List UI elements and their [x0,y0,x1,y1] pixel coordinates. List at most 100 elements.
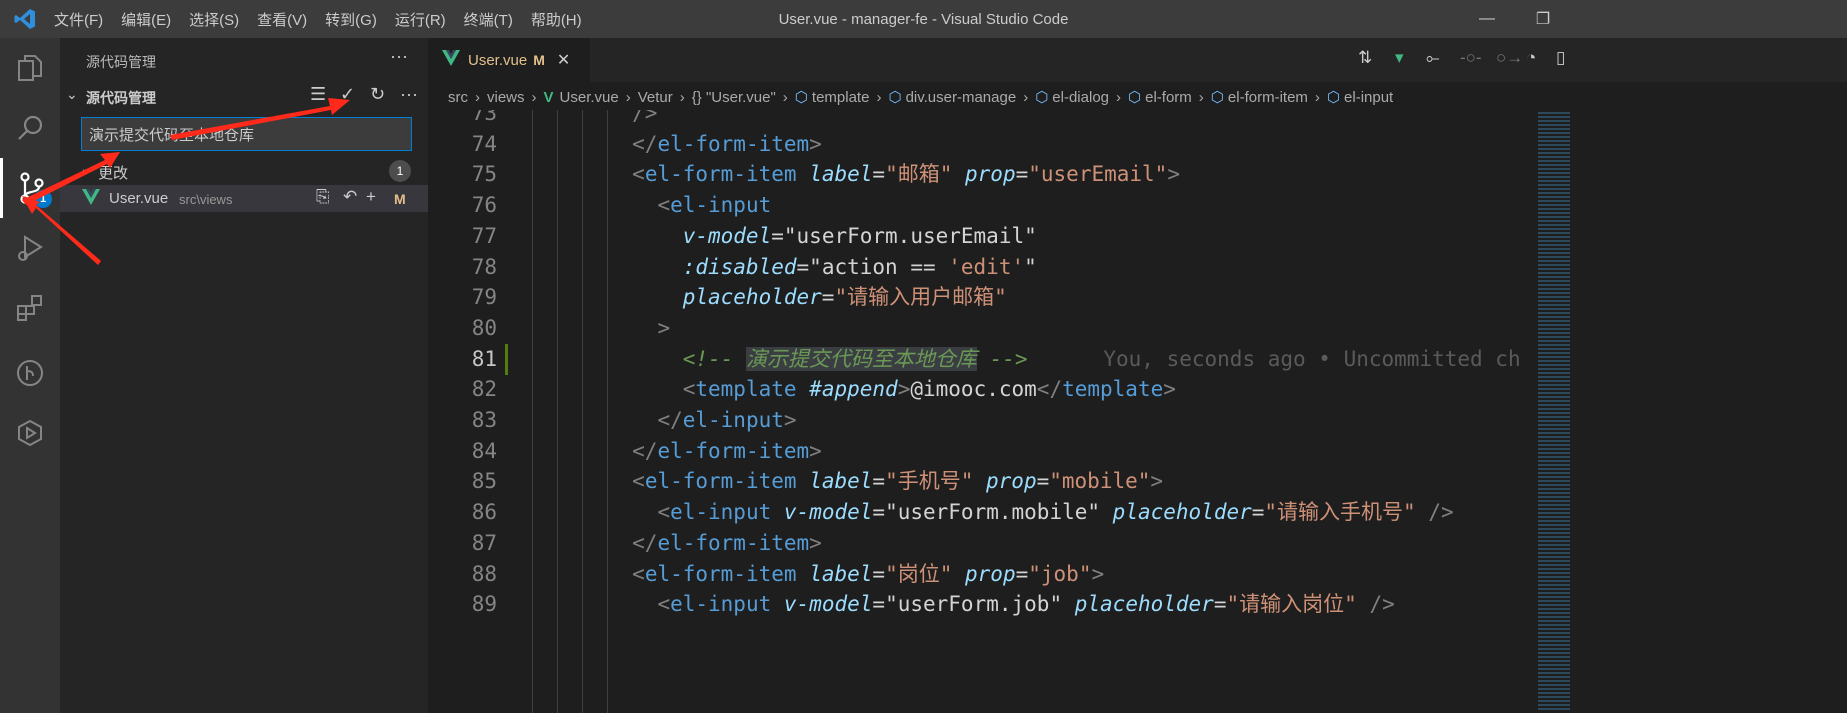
commit-check-icon[interactable]: ✓ [340,84,355,105]
code-line: 74 </el-form-item> [430,129,1535,160]
breadcrumb-item[interactable]: src [448,89,468,106]
code-line: 81 <!-- 演示提交代码至本地仓库 --> You, seconds ago… [430,343,1535,375]
code-line: 78 :disabled="action == 'edit'" [430,252,1535,283]
code-token: "userForm.job" [885,592,1063,617]
open-changes-icon[interactable]: ⇅ [1358,48,1372,68]
line-number: 87 [471,530,497,555]
minimize-button[interactable]: — [1464,0,1510,38]
remote-explorer-icon[interactable] [0,403,60,463]
code-token: < [657,193,671,218]
code-token: el-form-item [657,438,810,463]
view-as-tree-icon[interactable]: ☰ [310,84,326,105]
chevron-right-icon: › [1023,88,1029,106]
breadcrumb-item[interactable]: el-form [1145,89,1192,106]
line-number: 74 [471,131,497,156]
menu-item[interactable]: 转到(G) [325,9,377,30]
breadcrumb-item[interactable]: template [812,89,870,106]
refresh-icon[interactable]: ↻ [370,84,385,105]
tab-user-vue[interactable]: User.vue M ✕ [430,38,590,82]
symbol-icon: ⬡ [888,89,902,106]
code-editor[interactable]: 73 /> 74 </el-form-item> 75 <el-form-item … [430,110,1535,713]
breadcrumb-item[interactable]: Vetur [638,89,673,106]
chevron-right-icon: › [625,88,631,106]
more-icon[interactable]: ··· [400,84,418,105]
menu-item[interactable]: 运行(R) [395,9,446,30]
breadcrumb-item[interactable]: {} "User.vue" [692,89,776,106]
extensions-icon[interactable] [0,278,60,338]
line-number: 80 [471,315,497,340]
menu-item[interactable]: 帮助(H) [531,9,582,30]
stage-changes-icon[interactable]: + [366,187,376,207]
previous-change-icon[interactable]: ⟜ [1426,48,1440,68]
line-number: 85 [471,469,497,494]
code-token: placeholder [1074,592,1214,617]
code-token: < [657,592,671,617]
code-text: </el-form-item> [531,129,822,160]
chevron-right-icon: › [782,88,788,106]
discard-changes-icon[interactable]: ↶ [343,187,357,207]
minimap[interactable] [1535,110,1847,713]
code-token: > [809,530,822,555]
menu-item[interactable]: 文件(F) [54,9,103,30]
run-debug-icon[interactable] [0,218,60,278]
code-token: > [809,438,822,463]
breadcrumb-item[interactable]: div.user-manage [906,89,1017,106]
breadcrumb-item[interactable]: el-input [1344,89,1393,106]
line-number: 82 [471,377,497,402]
changes-group[interactable]: ⌄ 更改 1 [60,158,428,184]
code-line: 73 /> [430,110,1535,129]
split-editor-icon[interactable]: ▯ [1556,48,1565,68]
code-token: = [1213,592,1227,617]
open-file-icon[interactable]: ⎘ [316,187,330,207]
git-graph-icon[interactable]: ◔ [1526,48,1536,68]
timeline-icon[interactable]: -○- [1460,48,1482,68]
line-number: 79 [471,285,497,310]
code-token: > [1091,561,1105,586]
breadcrumb-item[interactable]: el-dialog [1052,89,1109,106]
code-token: "请输入用户邮箱" [834,285,1007,310]
menu-item[interactable]: 选择(S) [189,9,239,30]
menu-item[interactable]: 编辑(E) [121,9,171,30]
code-token: prop [965,162,1016,187]
git-graph-icon[interactable] [0,343,60,403]
line-number: 89 [471,592,497,617]
code-token: template [1062,377,1164,402]
breadcrumb-item[interactable]: User.vue [560,89,619,106]
file-status: M [394,191,406,207]
changed-file-item[interactable]: User.vue src\views ⎘ ↶ + M [60,185,428,212]
code-token: prop [986,469,1037,494]
chevron-right-icon: › [679,88,685,106]
code-token: el-input [670,592,772,617]
code-token: = [796,254,810,279]
next-change-icon[interactable]: ○→ [1496,48,1523,68]
restore-button[interactable]: ❐ [1520,0,1566,38]
commit-message-input[interactable]: 演示提交代码至本地仓库 [81,117,412,151]
code-token: "userEmail" [1028,162,1168,187]
chevron-down-icon: ⌄ [80,160,92,176]
panel-title: 源代码管理 [86,54,156,70]
close-icon[interactable]: ✕ [557,50,570,70]
code-token: < [682,377,696,402]
more-actions-icon[interactable]: ··· [390,46,408,67]
code-token: = [872,500,886,525]
code-text: <el-form-item label="邮箱" prop="userEmail… [531,159,1180,190]
breadcrumb-item[interactable]: el-form-item [1228,89,1308,106]
menu-item[interactable]: 终端(T) [464,9,513,30]
code-token: = [1036,469,1050,494]
scm-section-header[interactable]: ⌄ 源代码管理 ☰ ✓ ↻ ··· [60,84,428,110]
source-control-icon[interactable]: 1 [0,158,60,218]
breadcrumb-item[interactable]: views [487,89,525,106]
vetur-icon[interactable]: ▾ [1395,48,1404,68]
search-icon[interactable] [0,98,60,158]
explorer-icon[interactable] [0,38,60,98]
vue-file-icon [82,189,100,210]
line-number: 73 [471,110,497,125]
code-token: 'edit' [948,254,1025,279]
menu-item[interactable]: 查看(V) [257,9,307,30]
